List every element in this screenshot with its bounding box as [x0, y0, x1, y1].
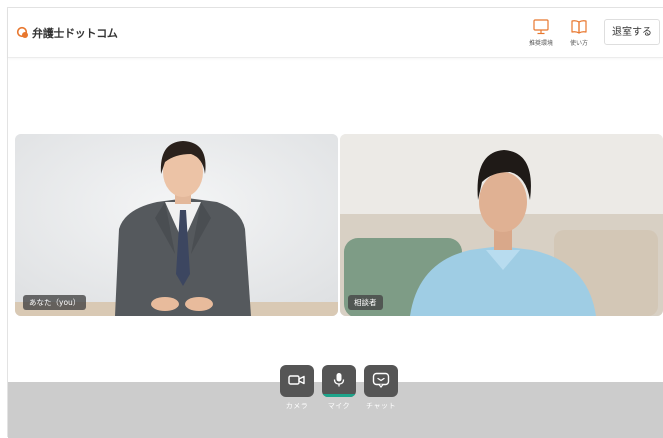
- logo[interactable]: 弁護士ドットコム: [16, 25, 118, 41]
- participant-label-self: あなた（you）: [23, 295, 87, 310]
- participant-label-remote: 相談者: [348, 295, 383, 310]
- chat-icon: [372, 372, 390, 388]
- camera-icon: [288, 375, 305, 385]
- video-tile-self: あなた（you）: [15, 134, 338, 316]
- camera-button[interactable]: [280, 365, 314, 397]
- camera-label: カメラ: [285, 402, 309, 410]
- exit-room-button[interactable]: 退室する: [604, 19, 660, 45]
- how-to-use-label: 使い方: [569, 40, 588, 47]
- microphone-icon: [333, 373, 345, 387]
- microphone-button[interactable]: [322, 365, 356, 397]
- header: 弁護士ドットコム 推奨環境 使い方 退室する: [8, 8, 663, 58]
- monitor-icon: [533, 19, 549, 35]
- participant-video-remote: [340, 134, 663, 316]
- recommended-env-button[interactable]: 推奨環境: [521, 18, 561, 47]
- microphone-label: マイク: [327, 402, 351, 410]
- recommended-env-label: 推奨環境: [528, 40, 553, 47]
- video-tile-remote: 相談者: [340, 134, 663, 316]
- camera-control[interactable]: カメラ: [277, 365, 317, 411]
- chat-label: チャット: [366, 402, 396, 410]
- how-to-use-button[interactable]: 使い方: [559, 18, 599, 47]
- microphone-active-indicator: [322, 394, 356, 397]
- chat-button[interactable]: [364, 365, 398, 397]
- logo-text: 弁護士ドットコム: [32, 27, 118, 40]
- logo-icon: [16, 26, 28, 38]
- chat-control[interactable]: チャット: [361, 365, 401, 411]
- microphone-control[interactable]: マイク: [319, 365, 359, 411]
- participant-video-self: [15, 134, 338, 316]
- app-window: 弁護士ドットコム 推奨環境 使い方 退室する あなた（you） 相談者 カメラ …: [7, 7, 663, 438]
- book-icon: [571, 20, 587, 34]
